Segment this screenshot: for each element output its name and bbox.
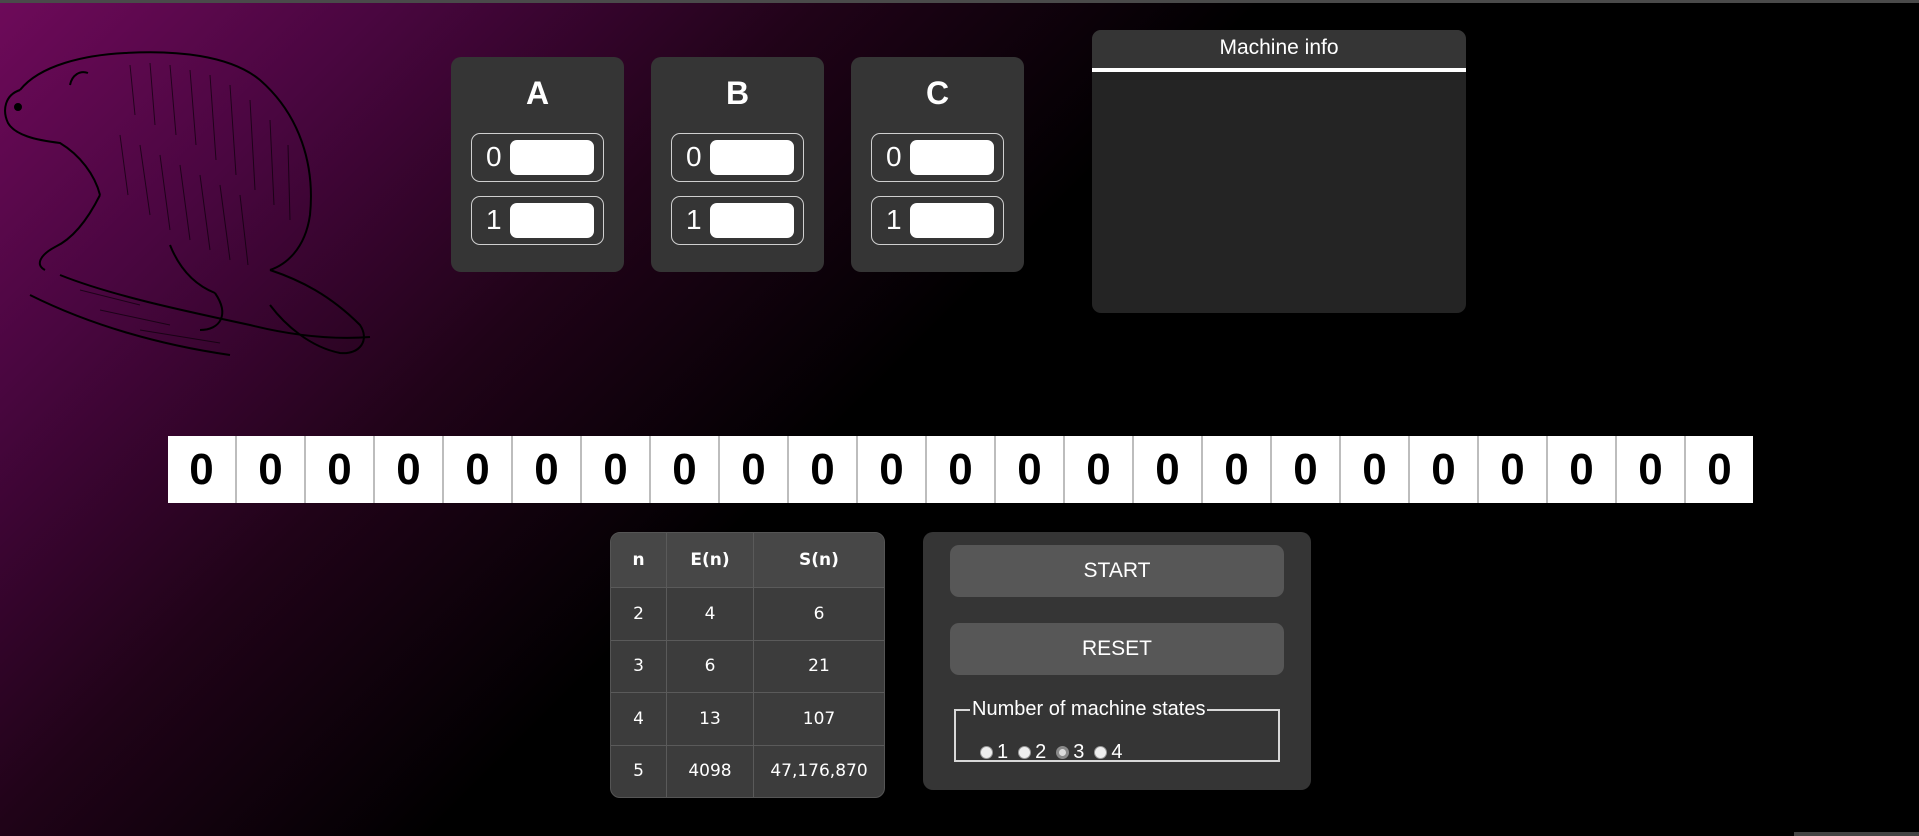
symbol-label: 1 bbox=[486, 204, 502, 235]
transition-row-0: 0 bbox=[671, 133, 804, 182]
symbol-label: 1 bbox=[886, 204, 902, 235]
start-button[interactable]: START bbox=[950, 545, 1284, 597]
tape: 00000000000000000000000 bbox=[168, 436, 1753, 503]
tape-cell: 0 bbox=[720, 436, 789, 503]
transition-input[interactable] bbox=[510, 140, 594, 175]
symbol-label: 0 bbox=[886, 141, 902, 172]
machine-states-legend: Number of machine states bbox=[972, 698, 1206, 720]
column-header-n: n bbox=[611, 533, 667, 588]
machine-info-title: Machine info bbox=[1092, 30, 1466, 72]
state-card-b: B 0 1 bbox=[651, 57, 824, 272]
transition-row-1: 1 bbox=[471, 196, 604, 245]
table-cell: 2 bbox=[611, 587, 667, 641]
controls-panel: START RESET Number of machine states 1 2… bbox=[923, 532, 1311, 790]
tape-cell: 0 bbox=[306, 436, 375, 503]
state-title: C bbox=[925, 75, 950, 111]
beaver-illustration bbox=[4, 51, 371, 356]
table-cell: 47,176,870 bbox=[770, 761, 868, 782]
tape-cell: 0 bbox=[1272, 436, 1341, 503]
transition-input[interactable] bbox=[710, 203, 794, 238]
table-cell: 4 bbox=[611, 692, 667, 746]
table-row: 3 6 21 bbox=[611, 640, 884, 694]
tape-cell: 0 bbox=[1410, 436, 1479, 503]
tape-cell: 0 bbox=[996, 436, 1065, 503]
radio-label: 4 bbox=[1111, 741, 1123, 763]
radio-label: 3 bbox=[1073, 741, 1085, 763]
tape-cell: 0 bbox=[1134, 436, 1203, 503]
radio-selected-icon[interactable] bbox=[1056, 746, 1070, 759]
radio-icon[interactable] bbox=[980, 746, 993, 759]
state-option-2[interactable]: 2 bbox=[1018, 741, 1046, 764]
busy-beaver-table: n E(n) S(n) 2 4 6 3 6 21 4 13 107 5 4098… bbox=[610, 532, 885, 798]
table-cell: 21 bbox=[753, 640, 884, 694]
table-row: 4 13 107 bbox=[611, 692, 884, 746]
state-card-a: A 0 1 bbox=[451, 57, 624, 272]
tape-cell: 0 bbox=[444, 436, 513, 503]
tape-cell: 0 bbox=[582, 436, 651, 503]
symbol-label: 0 bbox=[486, 141, 502, 172]
state-option-3[interactable]: 3 bbox=[1056, 741, 1084, 764]
scrollbar[interactable] bbox=[1794, 832, 1919, 836]
column-header-e: E(n) bbox=[666, 533, 754, 588]
tape-cell: 0 bbox=[513, 436, 582, 503]
symbol-label: 0 bbox=[686, 141, 702, 172]
transition-row-1: 1 bbox=[871, 196, 1004, 245]
table-cell: 13 bbox=[666, 692, 754, 746]
column-header-s: S(n) bbox=[753, 533, 884, 588]
tape-cell: 0 bbox=[1203, 436, 1272, 503]
tape-cell: 0 bbox=[237, 436, 306, 503]
table-cell: 107 bbox=[753, 692, 884, 746]
tape-cell: 0 bbox=[1548, 436, 1617, 503]
tape-cell: 0 bbox=[1065, 436, 1134, 503]
tape-cell: 0 bbox=[1617, 436, 1686, 503]
tape-cell: 0 bbox=[858, 436, 927, 503]
tape-cell: 0 bbox=[168, 436, 237, 503]
radio-icon[interactable] bbox=[1018, 746, 1032, 759]
state-title: A bbox=[525, 75, 550, 111]
machine-states-fieldset: Number of machine states 1 2 3 4 bbox=[954, 698, 1280, 764]
state-title: B bbox=[725, 75, 750, 111]
symbol-label: 1 bbox=[686, 204, 702, 235]
state-card-c: C 0 1 bbox=[851, 57, 1024, 272]
transition-input[interactable] bbox=[910, 203, 994, 238]
transition-row-0: 0 bbox=[871, 133, 1004, 182]
transition-row-0: 0 bbox=[471, 133, 604, 182]
transition-input[interactable] bbox=[710, 140, 794, 175]
tape-cell: 0 bbox=[1479, 436, 1548, 503]
table-cell: 4 bbox=[666, 587, 754, 641]
transition-input[interactable] bbox=[510, 203, 594, 238]
tape-cell: 0 bbox=[1341, 436, 1410, 503]
state-option-4[interactable]: 4 bbox=[1094, 741, 1123, 764]
tape-cell: 0 bbox=[789, 436, 858, 503]
reset-button[interactable]: RESET bbox=[950, 623, 1284, 675]
table-cell: 5 bbox=[611, 745, 667, 797]
tape-cell: 0 bbox=[651, 436, 720, 503]
machine-info-panel: Machine info bbox=[1092, 30, 1466, 313]
table-cell: 6 bbox=[666, 640, 754, 694]
table-row: 2 4 6 bbox=[611, 587, 884, 641]
table-row: 5 4098 47,176,870 bbox=[611, 745, 884, 797]
radio-label: 1 bbox=[997, 741, 1009, 763]
transition-input[interactable] bbox=[910, 140, 994, 175]
transition-row-1: 1 bbox=[671, 196, 804, 245]
tape-cell: 0 bbox=[1686, 436, 1753, 503]
top-border bbox=[0, 0, 1919, 3]
table-cell: 4098 bbox=[666, 745, 754, 797]
tape-cell: 0 bbox=[375, 436, 444, 503]
table-cell: 6 bbox=[753, 587, 884, 641]
radio-label: 2 bbox=[1035, 741, 1047, 763]
tape-cell: 0 bbox=[927, 436, 996, 503]
state-option-1[interactable]: 1 bbox=[980, 741, 1008, 764]
table-cell: 3 bbox=[611, 640, 667, 694]
radio-icon[interactable] bbox=[1094, 746, 1108, 759]
